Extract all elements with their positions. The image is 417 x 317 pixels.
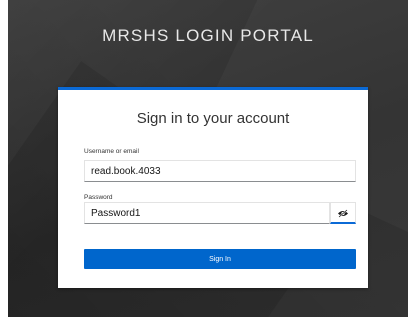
portal-title: MRSHS LOGIN PORTAL — [102, 26, 314, 45]
username-label: Username or email — [84, 148, 139, 155]
toggle-password-visibility-button[interactable] — [330, 202, 356, 224]
login-card: Sign in to your account Username or emai… — [58, 87, 368, 288]
password-field[interactable]: Password1 — [84, 202, 330, 224]
card-heading: Sign in to your account — [136, 110, 290, 127]
sign-in-button[interactable]: Sign In — [84, 249, 356, 269]
login-background: MRSHS LOGIN PORTAL Sign in to your accou… — [8, 0, 408, 317]
eye-slash-icon — [337, 203, 349, 222]
password-label: Password — [84, 194, 113, 201]
username-field[interactable]: read.book.4033 — [84, 160, 356, 182]
